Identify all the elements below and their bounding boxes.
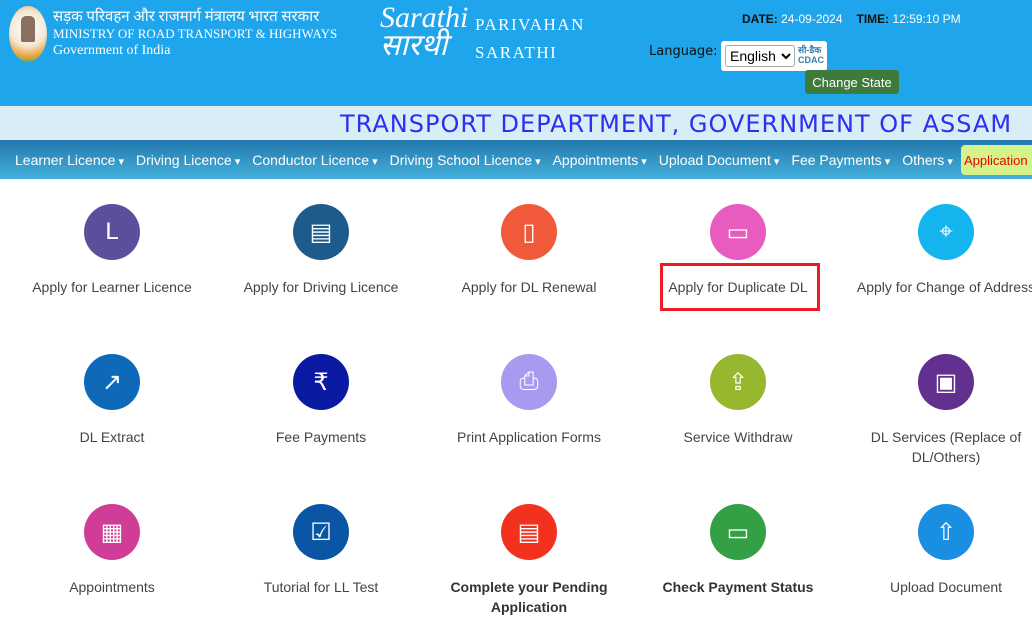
tile-upload-document[interactable]: ⇧ Upload Document xyxy=(846,504,1032,597)
service-icon[interactable]: ⌖ xyxy=(918,204,974,260)
service-icon[interactable]: ▦ xyxy=(84,504,140,560)
change-state-button[interactable]: Change State xyxy=(805,70,899,94)
department-title: TRANSPORT DEPARTMENT, GOVERNMENT OF ASSA… xyxy=(340,110,1013,138)
service-icon[interactable]: ▤ xyxy=(501,504,557,560)
tile-apply-for-change-of-address[interactable]: ⌖ Apply for Change of Address xyxy=(846,204,1032,297)
tile-label[interactable]: DL Extract xyxy=(12,427,212,447)
nav-driving-licence[interactable]: Driving Licence xyxy=(136,152,240,168)
tile-label[interactable]: Fee Payments xyxy=(221,427,421,447)
header: सड़क परिवहन और राजमार्ग मंत्रालय भारत सर… xyxy=(0,0,1032,106)
service-icon[interactable]: ▣ xyxy=(918,354,974,410)
tile-label[interactable]: Service Withdraw xyxy=(638,427,838,447)
nav-application[interactable]: Application xyxy=(961,145,1032,175)
tile-label[interactable]: Tutorial for LL Test xyxy=(221,577,421,597)
tile-appointments[interactable]: ▦ Appointments xyxy=(12,504,212,597)
tile-apply-for-dl-renewal[interactable]: ▯ Apply for DL Renewal xyxy=(429,204,629,297)
service-icon[interactable]: ☑ xyxy=(293,504,349,560)
portal-name-line1: PARIVAHAN xyxy=(475,15,585,34)
service-icon[interactable]: ▯ xyxy=(501,204,557,260)
service-icon[interactable]: ▭ xyxy=(710,204,766,260)
tile-label[interactable]: Check Payment Status xyxy=(638,577,838,597)
government-name: Government of India xyxy=(53,43,171,58)
nav-driving-school-licence[interactable]: Driving School Licence xyxy=(390,152,541,168)
tile-dl-services-replace-of-dl-others[interactable]: ▣ DL Services (Replace of DL/Others) xyxy=(846,354,1032,467)
nav-conductor-licence[interactable]: Conductor Licence xyxy=(252,152,377,168)
tile-label[interactable]: Appointments xyxy=(12,577,212,597)
nav-fee-payments[interactable]: Fee Payments xyxy=(791,152,890,168)
portal-name-line2: SARATHI xyxy=(475,43,558,62)
tile-tutorial-for-ll-test[interactable]: ☑ Tutorial for LL Test xyxy=(221,504,421,597)
tile-print-application-forms[interactable]: ⎙ Print Application Forms xyxy=(429,354,629,447)
nav-upload-document[interactable]: Upload Document xyxy=(659,152,780,168)
national-emblem-logo xyxy=(9,6,47,62)
tile-dl-extract[interactable]: ↗ DL Extract xyxy=(12,354,212,447)
nav-appointments[interactable]: Appointments xyxy=(553,152,647,168)
date-time: DATE: 24-09-2024 TIME: 12:59:10 PM xyxy=(742,12,961,26)
service-icon[interactable]: ▤ xyxy=(293,204,349,260)
tile-label[interactable]: Apply for Driving Licence xyxy=(221,277,421,297)
ministry-name: MINISTRY OF ROAD TRANSPORT & HIGHWAYS xyxy=(53,26,338,41)
main-nav: Learner Licence Driving Licence Conductor … xyxy=(0,140,1032,179)
language-select[interactable]: English xyxy=(725,45,795,67)
service-icon[interactable]: ⎙ xyxy=(501,354,557,410)
tile-label[interactable]: Apply for Learner Licence xyxy=(12,277,212,297)
service-icon[interactable]: ⇧ xyxy=(918,504,974,560)
nav-learner-licence[interactable]: Learner Licence xyxy=(15,152,124,168)
nav-others[interactable]: Others xyxy=(902,152,953,168)
tile-label[interactable]: Complete your Pending Application xyxy=(429,577,629,617)
tile-label[interactable]: DL Services (Replace of DL/Others) xyxy=(846,427,1032,467)
service-icon[interactable]: ↗ xyxy=(84,354,140,410)
service-icon[interactable]: L xyxy=(84,204,140,260)
service-icon[interactable]: ₹ xyxy=(293,354,349,410)
language-box: English सी-डैक CDAC xyxy=(721,41,827,71)
tile-apply-for-driving-licence[interactable]: ▤ Apply for Driving Licence xyxy=(221,204,421,297)
tile-check-payment-status[interactable]: ▭ Check Payment Status xyxy=(638,504,838,597)
tile-complete-your-pending-application[interactable]: ▤ Complete your Pending Application xyxy=(429,504,629,617)
tile-fee-payments[interactable]: ₹ Fee Payments xyxy=(221,354,421,447)
service-icon[interactable]: ⇪ xyxy=(710,354,766,410)
tile-label[interactable]: Print Application Forms xyxy=(429,427,629,447)
tile-apply-for-learner-licence[interactable]: L Apply for Learner Licence xyxy=(12,204,212,297)
highlight-box xyxy=(660,263,820,311)
service-icon[interactable]: ▭ xyxy=(710,504,766,560)
ministry-hindi: सड़क परिवहन और राजमार्ग मंत्रालय भारत सर… xyxy=(53,9,320,25)
language-label: Language: xyxy=(649,44,718,59)
tile-label[interactable]: Apply for DL Renewal xyxy=(429,277,629,297)
tile-label[interactable]: Apply for Change of Address xyxy=(846,277,1032,297)
sarathi-logo: Sarathi सारथी xyxy=(380,1,469,62)
cdac-logo: सी-डैक CDAC xyxy=(798,45,824,65)
tile-service-withdraw[interactable]: ⇪ Service Withdraw xyxy=(638,354,838,447)
tile-label[interactable]: Upload Document xyxy=(846,577,1032,597)
department-banner: TRANSPORT DEPARTMENT, GOVERNMENT OF ASSA… xyxy=(0,106,1032,140)
